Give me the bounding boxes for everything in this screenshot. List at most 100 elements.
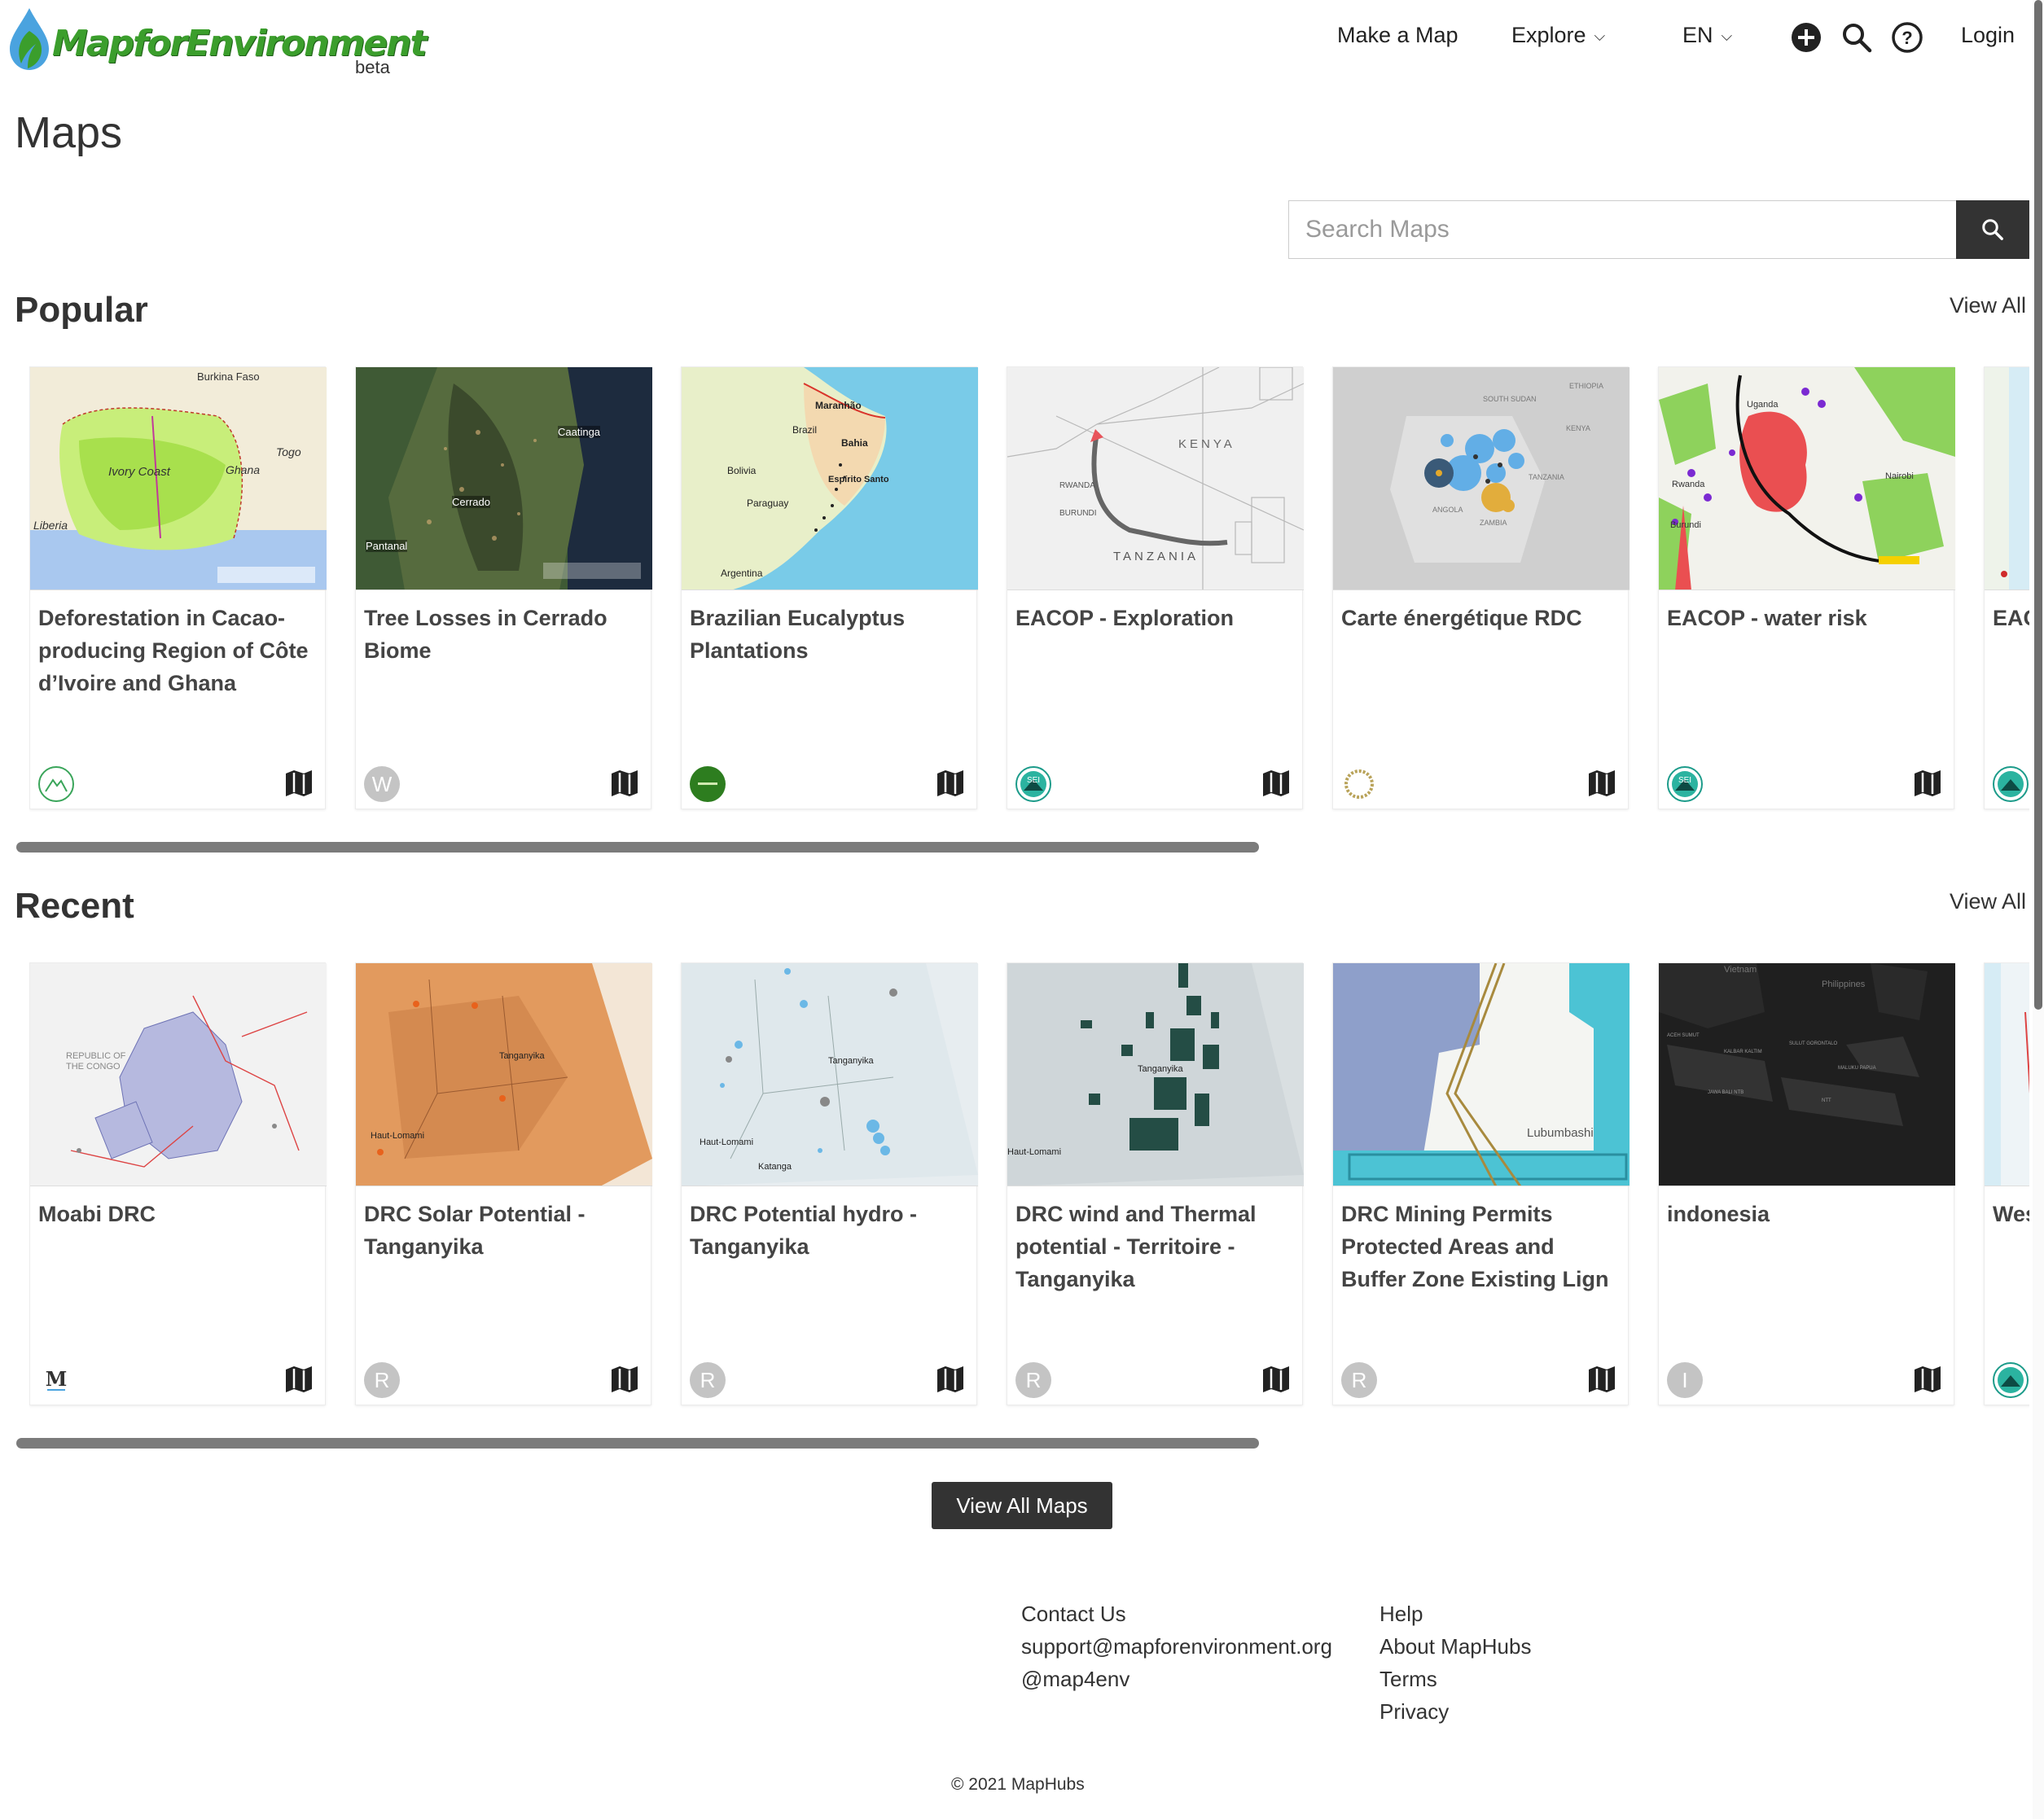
- nav-make-a-map[interactable]: Make a Map: [1337, 23, 1458, 48]
- map-card-title[interactable]: indonesia: [1667, 1198, 1944, 1230]
- letter-avatar[interactable]: R: [1341, 1362, 1377, 1398]
- recent-card-row[interactable]: REPUBLIC OF THE CONGO Moabi DRC M Tangan…: [29, 962, 2029, 1410]
- map-card[interactable]: EAC: [1984, 366, 2029, 809]
- map-icon[interactable]: [1913, 1365, 1942, 1393]
- map-icon[interactable]: [610, 1365, 639, 1393]
- map-card-title[interactable]: EACOP - Exploration: [1015, 602, 1292, 634]
- language-selector[interactable]: EN ⌵: [1682, 23, 1732, 48]
- popular-row-scrollbar[interactable]: [16, 842, 1259, 853]
- chevron-down-icon: ⌵: [1721, 28, 1733, 45]
- moabi-logo-icon[interactable]: M: [38, 1362, 74, 1398]
- map-card[interactable]: Tanganyika Haut-Lomami DRC wind and Ther…: [1007, 962, 1304, 1405]
- letter-avatar[interactable]: R: [690, 1362, 726, 1398]
- footer-twitter-link[interactable]: @map4env: [1021, 1663, 1332, 1695]
- map-thumbnail[interactable]: ACEH SUMUT KALBAR KALTIM SULUT GORONTALO M…: [1659, 963, 1955, 1186]
- map-card[interactable]: ACEH SUMUT KALBAR KALTIM SULUT GORONTALO M…: [1658, 962, 1955, 1405]
- map-card-title[interactable]: Tree Losses in Cerrado Biome: [364, 602, 641, 667]
- map-thumbnail[interactable]: Maranhão Brazil Bahia Bolivia Paraguay E…: [682, 367, 978, 590]
- map-card[interactable]: Tanganyika Haut-Lomami Katanga DRC Poten…: [681, 962, 978, 1405]
- map-card[interactable]: KENYA TANZANIA RWANDA BURUNDI EACOP - Ex…: [1007, 366, 1304, 809]
- footer-email-link[interactable]: support@mapforenvironment.org: [1021, 1630, 1332, 1663]
- green-org-logo-icon[interactable]: [690, 766, 726, 802]
- map-thumbnail[interactable]: [1985, 963, 2029, 1186]
- map-icon[interactable]: [1913, 769, 1942, 797]
- map-card-title[interactable]: EAC: [1993, 602, 2029, 634]
- map-icon[interactable]: [1587, 1365, 1616, 1393]
- map-card-title[interactable]: Moabi DRC: [38, 1198, 315, 1230]
- map-card-title[interactable]: EACOP - water risk: [1667, 602, 1944, 634]
- map-thumbnail[interactable]: [1985, 367, 2029, 590]
- map-card-title[interactable]: Carte énergétique RDC: [1341, 602, 1618, 634]
- page-scrollbar[interactable]: [2033, 0, 2044, 1819]
- map-thumbnail[interactable]: SOUTH SUDAN ETHIOPIA KENYA ANGOLA TANZAN…: [1333, 367, 1629, 590]
- map-thumbnail[interactable]: Tanganyika Haut-Lomami: [356, 963, 652, 1186]
- sei-logo-icon[interactable]: [1993, 1362, 2029, 1398]
- map-card[interactable]: Maranhão Brazil Bahia Bolivia Paraguay E…: [681, 366, 978, 809]
- recent-row-scrollbar[interactable]: [16, 1438, 1259, 1449]
- map-thumbnail[interactable]: REPUBLIC OF THE CONGO: [30, 963, 327, 1186]
- map-icon[interactable]: [284, 769, 314, 797]
- map-icon[interactable]: [936, 1365, 965, 1393]
- sei-logo-icon[interactable]: SEI: [1015, 766, 1051, 802]
- map-card[interactable]: Wes: [1984, 962, 2029, 1405]
- map-icon[interactable]: [1261, 769, 1291, 797]
- map-thumbnail[interactable]: Tanganyika Haut-Lomami: [1007, 963, 1304, 1186]
- footer-contact-us-link[interactable]: Contact Us: [1021, 1598, 1332, 1630]
- nav-explore[interactable]: Explore ⌵: [1511, 23, 1605, 48]
- map-thumbnail[interactable]: Tanganyika Haut-Lomami Katanga: [682, 963, 978, 1186]
- help-icon[interactable]: ?: [1891, 21, 1923, 54]
- svg-text:?: ?: [1901, 28, 1912, 48]
- map-icon[interactable]: [610, 769, 639, 797]
- map-card[interactable]: Lubumbashi DRC Mining Permits Protected …: [1332, 962, 1629, 1405]
- map-icon[interactable]: [1261, 1365, 1291, 1393]
- letter-avatar[interactable]: R: [1015, 1362, 1051, 1398]
- letter-avatar[interactable]: R: [364, 1362, 400, 1398]
- footer-terms-link[interactable]: Terms: [1379, 1663, 1531, 1695]
- map-label: Brazil: [792, 424, 818, 436]
- view-all-maps-button[interactable]: View All Maps: [932, 1482, 1112, 1529]
- footer-about-link[interactable]: About MapHubs: [1379, 1630, 1531, 1663]
- map-icon[interactable]: [936, 769, 965, 797]
- search-button[interactable]: [1956, 200, 2029, 259]
- map-card[interactable]: Uganda Rwanda Burundi Nairobi EACOP - wa…: [1658, 366, 1955, 809]
- map-card[interactable]: REPUBLIC OF THE CONGO Moabi DRC M: [29, 962, 327, 1405]
- map-card[interactable]: Tanganyika Haut-Lomami DRC Solar Potenti…: [355, 962, 652, 1405]
- footer-privacy-link[interactable]: Privacy: [1379, 1695, 1531, 1728]
- search-icon[interactable]: [1840, 21, 1873, 54]
- letter-avatar[interactable]: W: [364, 766, 400, 802]
- map-thumbnail[interactable]: Lubumbashi: [1333, 963, 1629, 1186]
- map-card-title[interactable]: Deforestation in Cacao-producing Region …: [38, 602, 315, 699]
- login-link[interactable]: Login: [1961, 23, 2015, 48]
- map-card-title[interactable]: DRC Potential hydro - Tanganyika: [690, 1198, 967, 1263]
- sei-logo-icon[interactable]: [1993, 766, 2029, 802]
- popular-card-row[interactable]: Burkina Faso Ivory Coast Ghana Togo Libe…: [29, 366, 2029, 814]
- map-thumbnail[interactable]: Uganda Rwanda Burundi Nairobi: [1659, 367, 1955, 590]
- page-scrollbar-thumb[interactable]: [2034, 0, 2042, 1010]
- footer-help-link[interactable]: Help: [1379, 1598, 1531, 1630]
- ring-logo-icon[interactable]: [1341, 766, 1377, 802]
- map-icon[interactable]: [1587, 769, 1616, 797]
- recent-section-title: Recent: [15, 886, 134, 926]
- map-card-title[interactable]: Wes: [1993, 1198, 2029, 1230]
- map-card-title[interactable]: Brazilian Eucalyptus Plantations: [690, 602, 967, 667]
- search-icon: [1982, 219, 2003, 240]
- map-card[interactable]: SOUTH SUDAN ETHIOPIA KENYA ANGOLA TANZAN…: [1332, 366, 1629, 809]
- mountain-logo-icon[interactable]: [38, 766, 74, 802]
- recent-view-all-link[interactable]: View All: [1950, 889, 2026, 914]
- map-label: Burkina Faso: [197, 370, 260, 383]
- map-card-title[interactable]: DRC Solar Potential - Tanganyika: [364, 1198, 641, 1263]
- sei-logo-icon[interactable]: SEI: [1667, 766, 1703, 802]
- letter-avatar[interactable]: I: [1667, 1362, 1703, 1398]
- map-thumbnail[interactable]: Burkina Faso Ivory Coast Ghana Togo Libe…: [30, 367, 327, 590]
- map-thumbnail[interactable]: KENYA TANZANIA RWANDA BURUNDI: [1007, 367, 1304, 590]
- map-card-title[interactable]: DRC wind and Thermal potential - Territo…: [1015, 1198, 1292, 1295]
- add-circle-icon[interactable]: [1790, 21, 1822, 54]
- brand-logo[interactable]: MapforEnvironment beta: [7, 7, 427, 80]
- map-thumbnail[interactable]: Caatinga Cerrado Pantanal: [356, 367, 652, 590]
- map-card[interactable]: Burkina Faso Ivory Coast Ghana Togo Libe…: [29, 366, 327, 809]
- search-input[interactable]: [1289, 201, 1956, 258]
- map-icon[interactable]: [284, 1365, 314, 1393]
- map-card-title[interactable]: DRC Mining Permits Protected Areas and B…: [1341, 1198, 1618, 1295]
- map-card[interactable]: Caatinga Cerrado Pantanal Tree Losses in…: [355, 366, 652, 809]
- popular-view-all-link[interactable]: View All: [1950, 293, 2026, 318]
